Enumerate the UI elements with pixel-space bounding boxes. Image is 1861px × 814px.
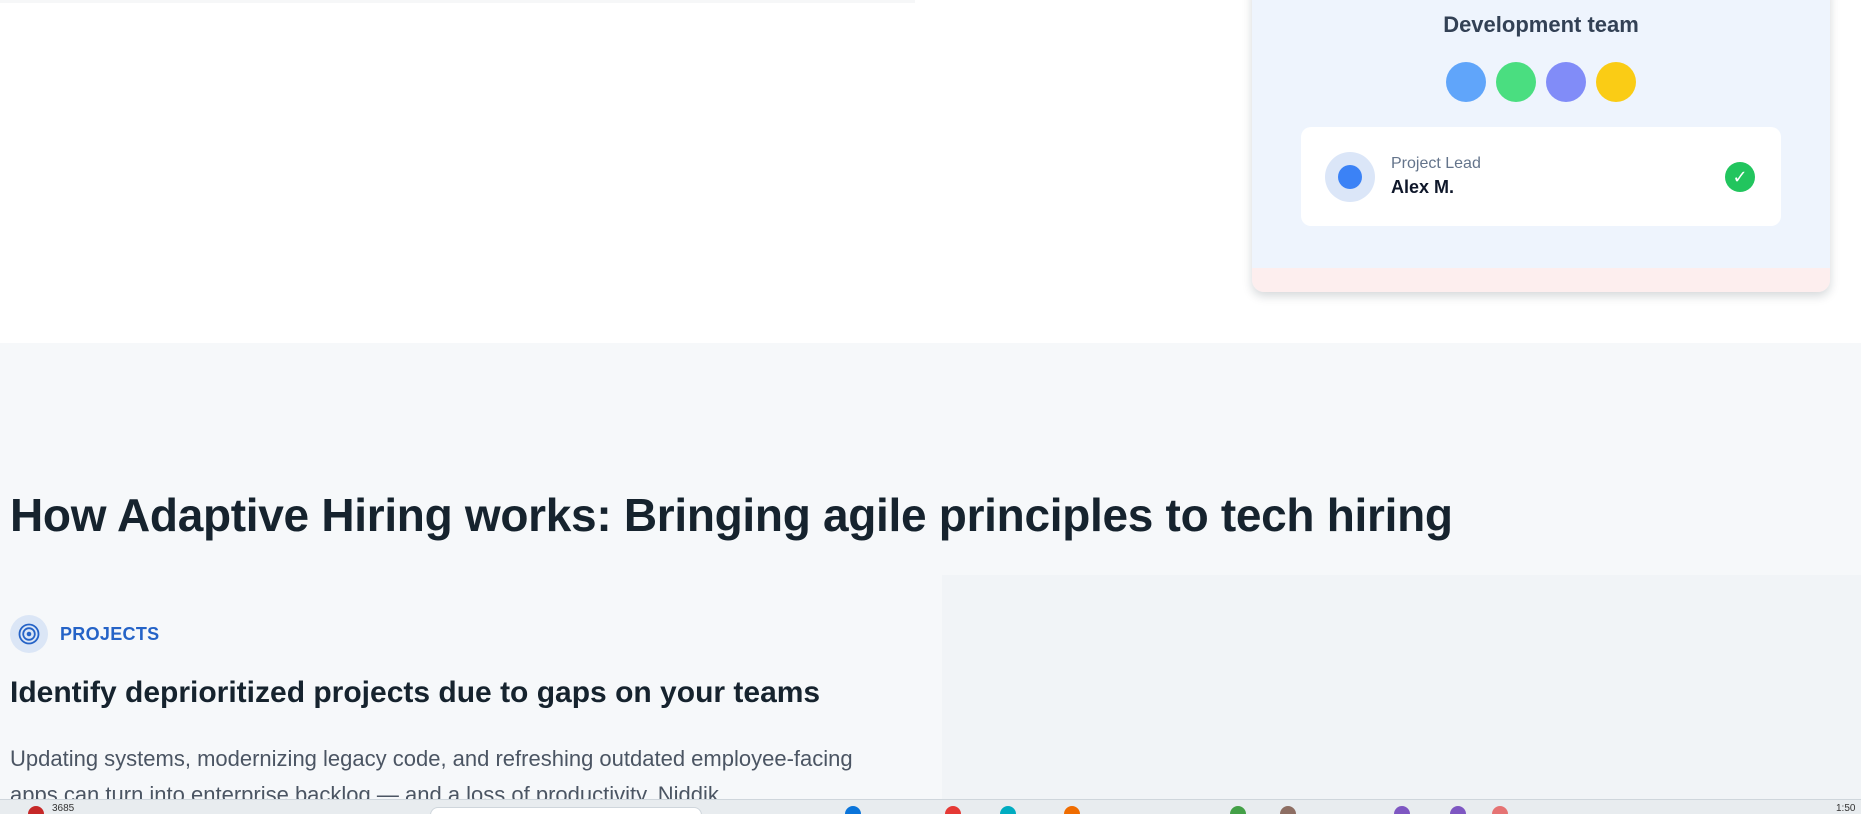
taskbar-status-text: 3685 (52, 803, 75, 814)
projects-tag: PROJECTS (10, 615, 159, 653)
weather-icon[interactable] (28, 806, 44, 814)
avatar (1596, 62, 1636, 102)
divider (0, 0, 915, 3)
development-team-card: Development team Project Lead Alex M. ✓ (1252, 0, 1830, 292)
app-icon[interactable] (1000, 806, 1016, 814)
feature-subheading: Identify deprioritized projects due to g… (10, 676, 821, 709)
lead-avatar-dot (1338, 165, 1362, 189)
app-icon[interactable] (1450, 806, 1466, 814)
section-heading: How Adaptive Hiring works: Bringing agil… (10, 489, 1453, 541)
lead-name: Alex M. (1391, 177, 1455, 197)
app-icon[interactable] (1394, 806, 1410, 814)
taskbar-clock: 1:50 (1836, 803, 1856, 814)
avatar (1446, 62, 1486, 102)
target-icon (10, 615, 48, 653)
illustration-panel (942, 575, 1861, 814)
projects-tag-label: PROJECTS (60, 623, 160, 644)
lead-avatar (1325, 152, 1375, 202)
app-icon[interactable] (1064, 806, 1080, 814)
taskbar-search-input[interactable] (430, 807, 702, 814)
avatar (1546, 62, 1586, 102)
top-section: Development team Project Lead Alex M. ✓ (0, 0, 1861, 343)
team-card-footer (1252, 268, 1830, 292)
how-it-works-section: How Adaptive Hiring works: Bringing agil… (0, 343, 1861, 814)
app-icon[interactable] (1280, 806, 1296, 814)
app-icon[interactable] (1492, 806, 1508, 814)
check-icon: ✓ (1725, 162, 1755, 192)
project-lead-card: Project Lead Alex M. ✓ (1301, 127, 1781, 226)
lead-role-label: Project Lead (1391, 155, 1481, 172)
team-avatars (1252, 62, 1830, 102)
app-icon[interactable] (845, 806, 861, 814)
taskbar: 3685 1:50 (0, 799, 1861, 814)
app-icon[interactable] (945, 806, 961, 814)
page: Development team Project Lead Alex M. ✓ … (0, 0, 1861, 814)
app-icon[interactable] (1230, 806, 1246, 814)
avatar (1496, 62, 1536, 102)
team-card-title: Development team (1443, 12, 1639, 37)
